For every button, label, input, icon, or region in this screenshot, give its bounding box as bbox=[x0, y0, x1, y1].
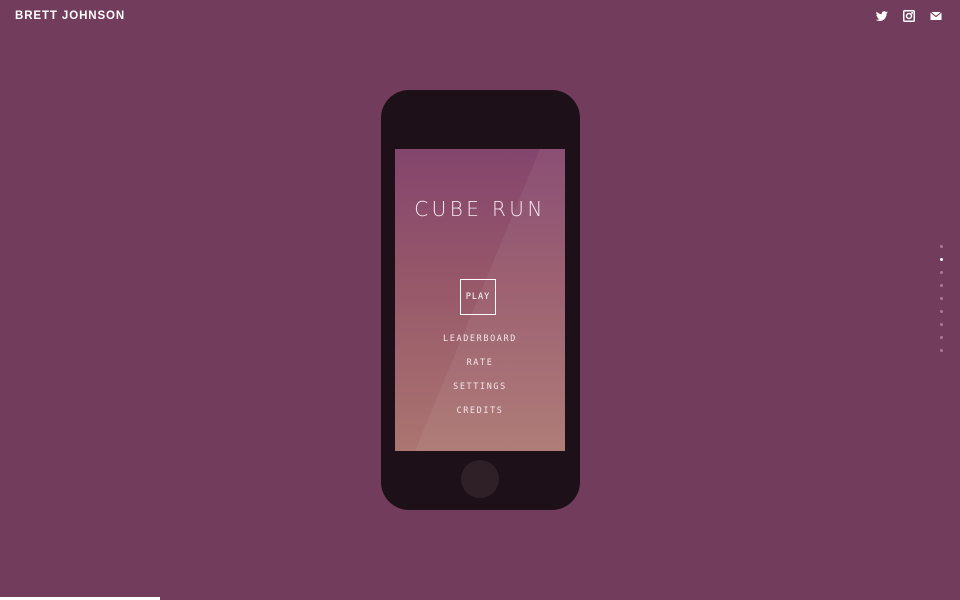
pagination-dot[interactable] bbox=[940, 336, 943, 339]
mail-icon[interactable] bbox=[930, 10, 942, 22]
phone-screen: CUBE RUN PLAY LEADERBOARD RATE SETTINGS … bbox=[395, 149, 565, 451]
social-links bbox=[876, 10, 942, 22]
instagram-icon[interactable] bbox=[903, 10, 915, 22]
phone-mockup: CUBE RUN PLAY LEADERBOARD RATE SETTINGS … bbox=[381, 90, 580, 510]
home-button bbox=[461, 460, 499, 498]
game-menu: LEADERBOARD RATE SETTINGS CREDITS bbox=[395, 333, 565, 429]
pagination-dot[interactable] bbox=[940, 245, 943, 248]
menu-item-settings[interactable]: SETTINGS bbox=[395, 381, 565, 405]
menu-item-rate[interactable]: RATE bbox=[395, 357, 565, 381]
pagination-dot[interactable] bbox=[940, 323, 943, 326]
pagination-dot[interactable] bbox=[940, 284, 943, 287]
menu-item-leaderboard[interactable]: LEADERBOARD bbox=[395, 333, 565, 357]
section-pagination bbox=[940, 245, 945, 362]
brand-name[interactable]: BRETT JOHNSON bbox=[15, 10, 125, 22]
pagination-dot[interactable] bbox=[940, 258, 943, 261]
pagination-dot[interactable] bbox=[940, 271, 943, 274]
pagination-dot[interactable] bbox=[940, 297, 943, 300]
page: BRETT JOHNSON CUBE RUN PLAY LEADERBOARD … bbox=[0, 0, 960, 600]
play-button[interactable]: PLAY bbox=[460, 279, 496, 315]
pagination-dot[interactable] bbox=[940, 349, 943, 352]
twitter-icon[interactable] bbox=[876, 10, 888, 22]
game-title: CUBE RUN bbox=[414, 197, 546, 221]
pagination-dot[interactable] bbox=[940, 310, 943, 313]
menu-item-credits[interactable]: CREDITS bbox=[395, 405, 565, 429]
